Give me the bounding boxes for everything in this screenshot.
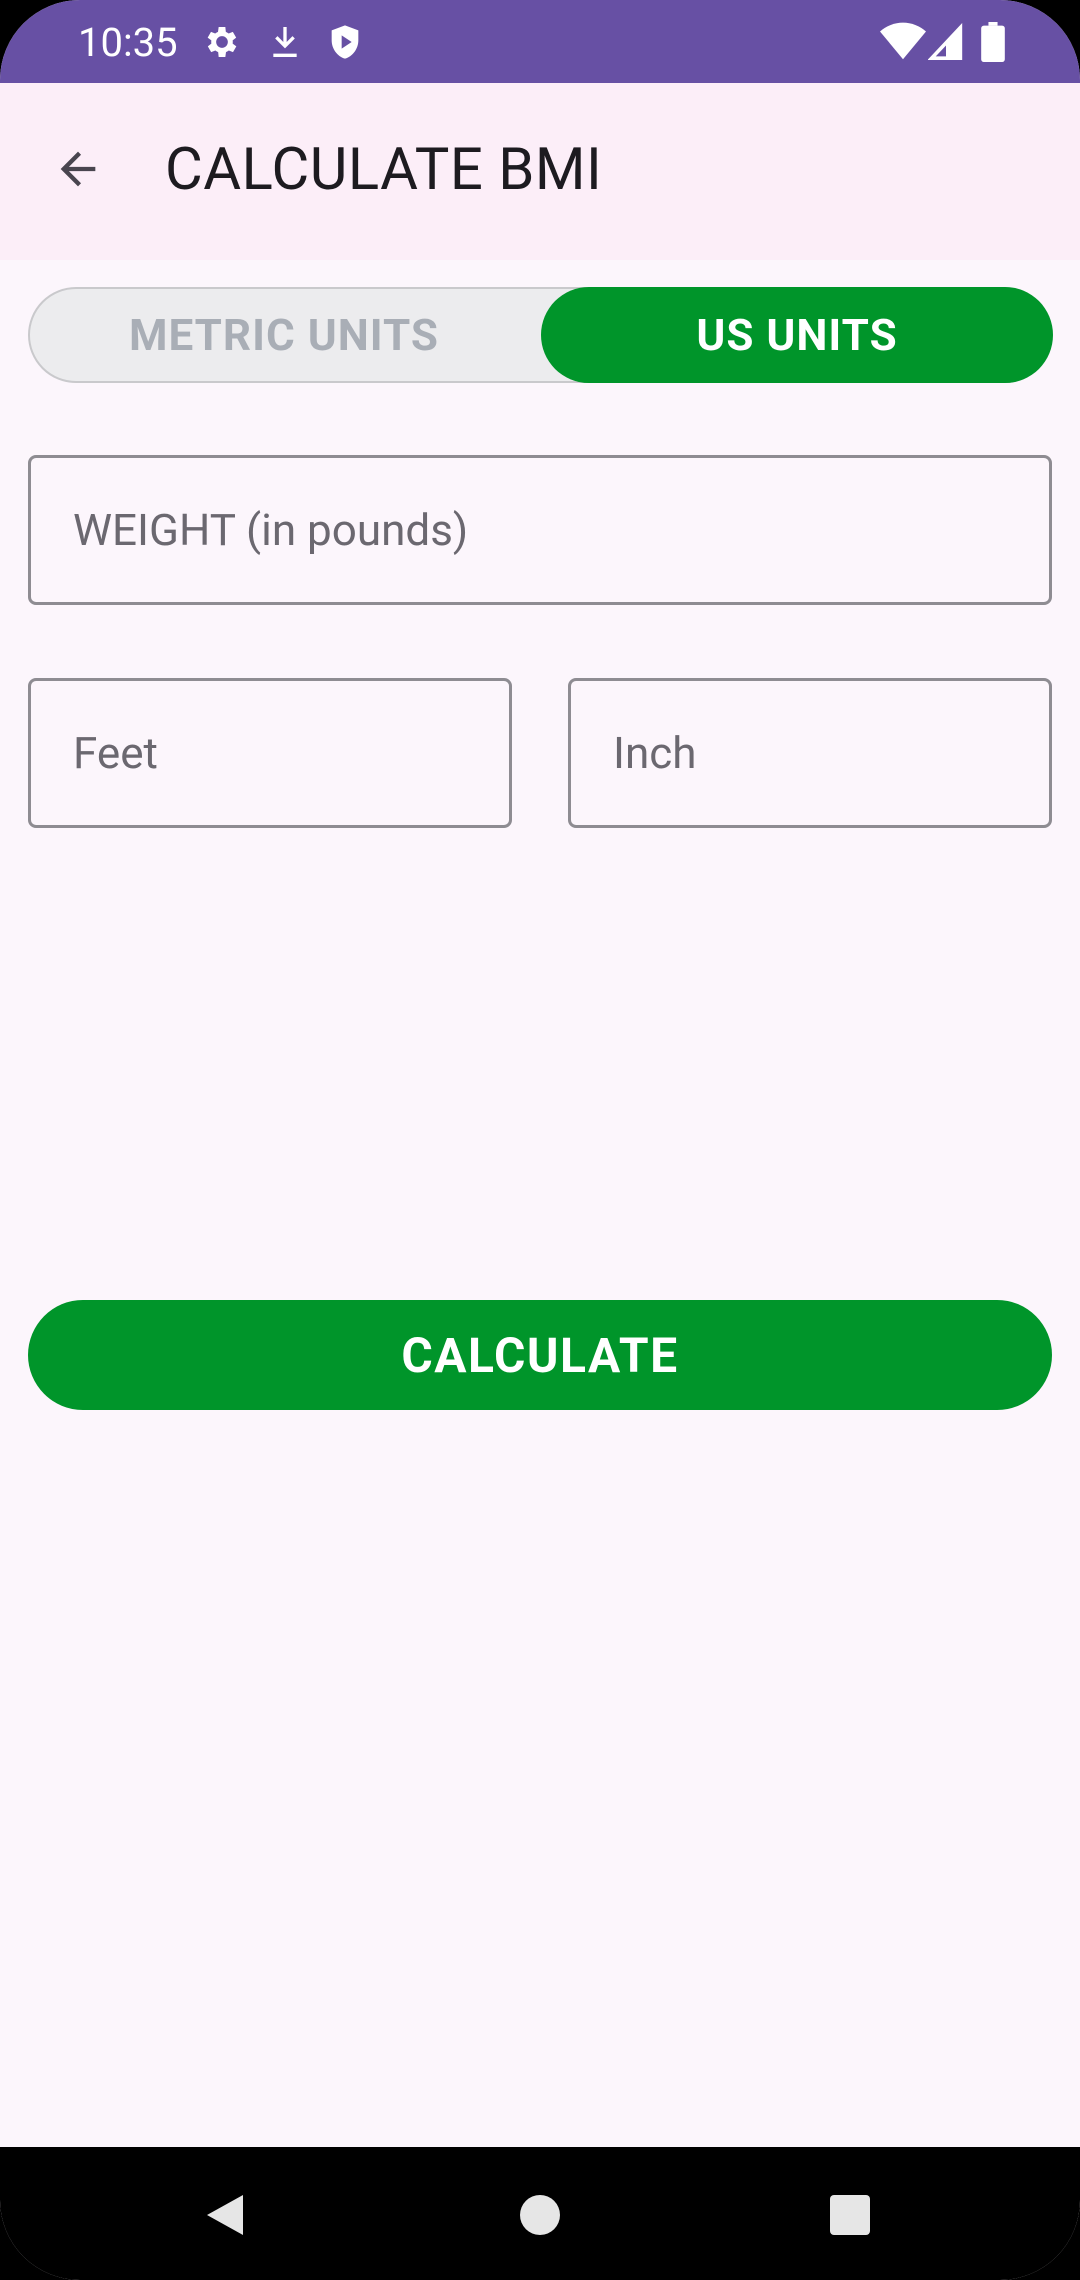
weight-input[interactable]: [31, 458, 1049, 602]
nav-recents-button[interactable]: [810, 2177, 890, 2257]
wifi-icon: [880, 22, 926, 62]
inch-field: [568, 678, 1052, 828]
nav-home-icon: [518, 2193, 562, 2241]
signal-icon: [927, 22, 964, 62]
status-time: 10:35: [78, 19, 178, 66]
us-units-tab[interactable]: US UNITS: [541, 287, 1053, 383]
arrow-back-icon: [52, 143, 104, 199]
status-bar: 10:35: [0, 0, 1080, 83]
weight-field: [28, 455, 1052, 605]
download-icon: [265, 22, 305, 62]
shield-icon: [325, 22, 365, 62]
metric-units-tab[interactable]: METRIC UNITS: [28, 287, 540, 383]
settings-icon: [202, 22, 242, 62]
nav-recents-icon: [828, 2193, 872, 2241]
back-button[interactable]: [40, 133, 116, 209]
screen: 10:35 CALCULATE BMI METRIC UNITS US UNIT…: [0, 0, 1080, 2280]
nav-back-icon: [203, 2191, 247, 2243]
page-title: CALCULATE BMI: [165, 136, 603, 204]
navigation-bar: [0, 2147, 1080, 2280]
battery-icon: [980, 22, 1006, 62]
inch-input[interactable]: [571, 681, 1049, 825]
feet-input[interactable]: [31, 681, 509, 825]
nav-back-button[interactable]: [185, 2177, 265, 2257]
calculate-button[interactable]: CALCULATE: [28, 1300, 1052, 1410]
app-bar: CALCULATE BMI: [0, 83, 1080, 260]
nav-home-button[interactable]: [500, 2177, 580, 2257]
unit-toggle: METRIC UNITS US UNITS: [28, 287, 1053, 383]
feet-field: [28, 678, 512, 828]
